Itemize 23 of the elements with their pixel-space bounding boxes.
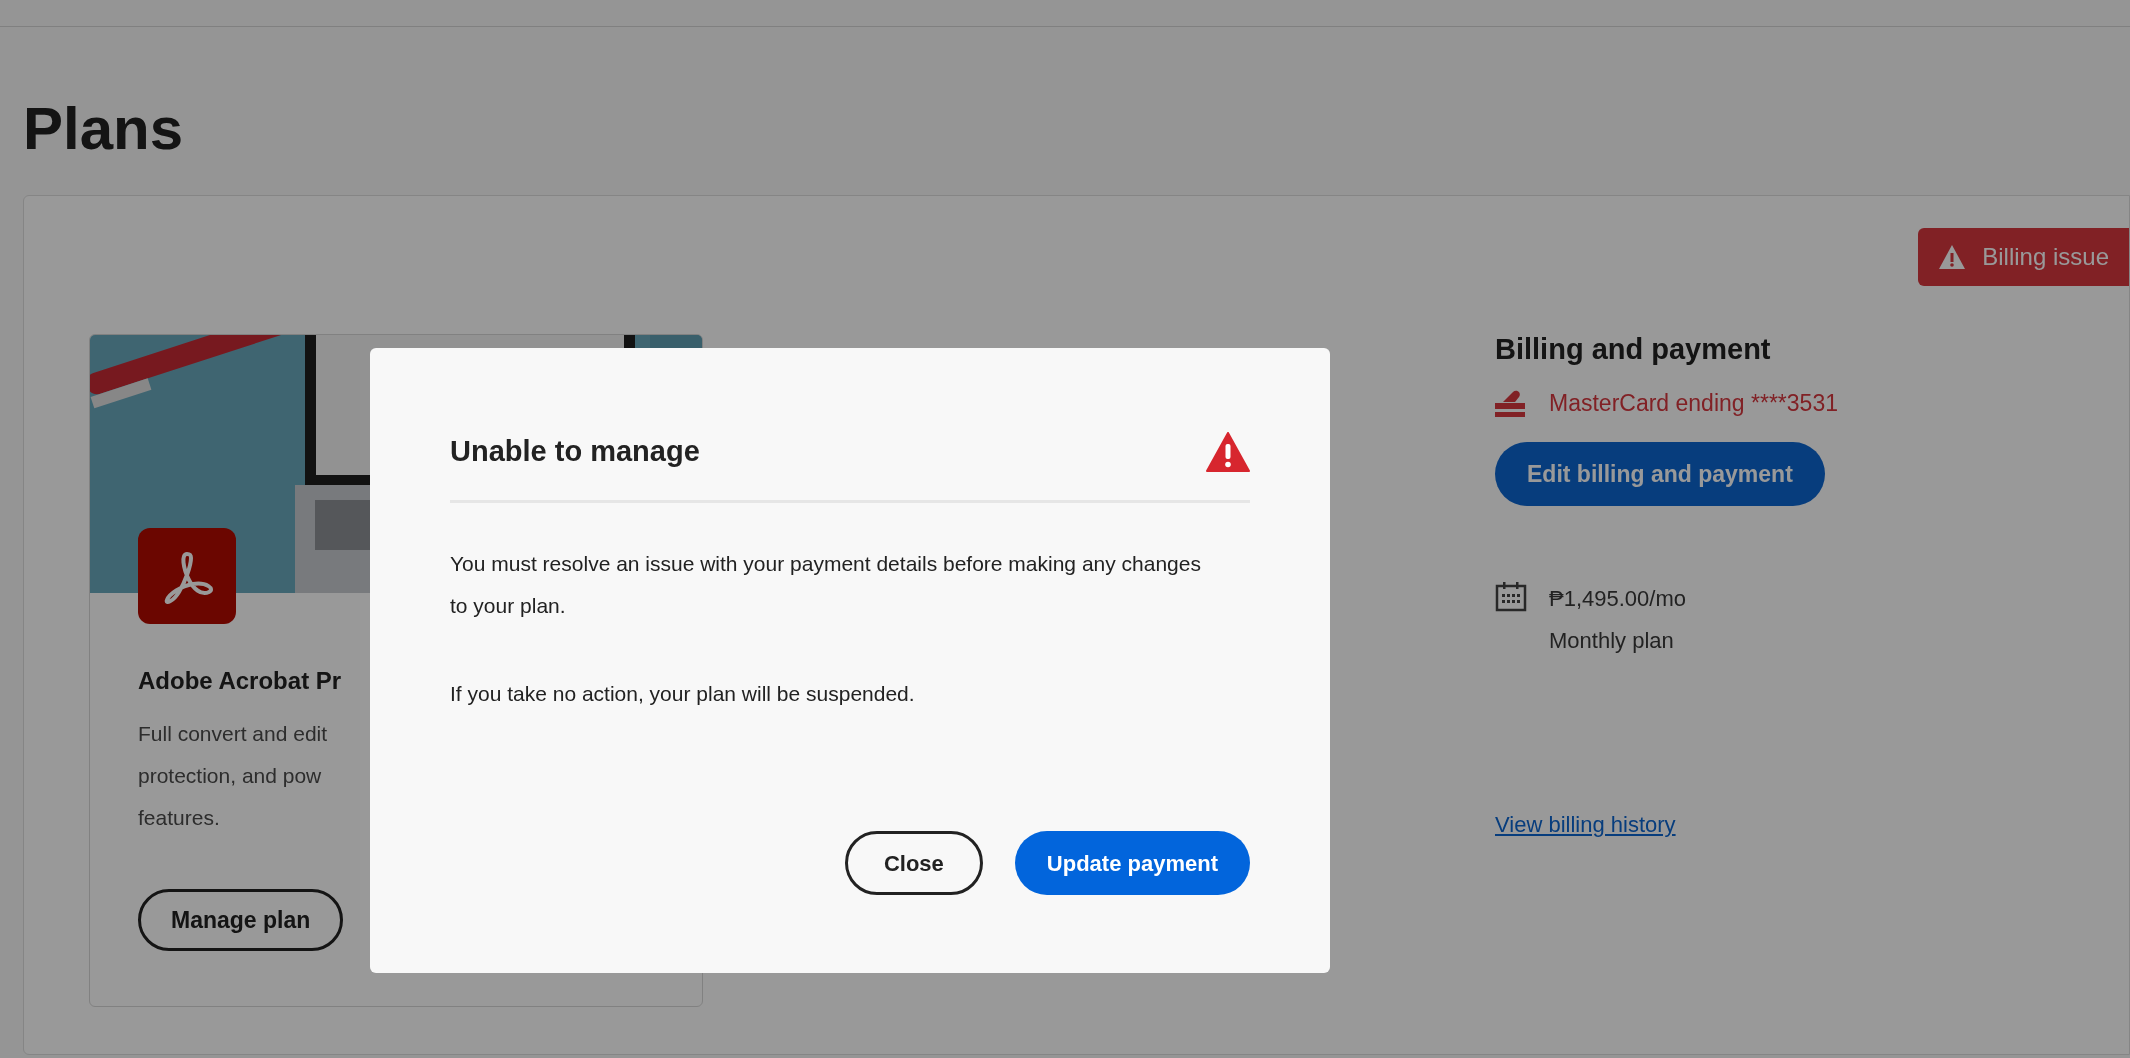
page-title: Plans <box>23 99 185 159</box>
acrobat-logo-icon <box>138 528 236 624</box>
manage-plan-button[interactable]: Manage plan <box>138 889 344 951</box>
calendar-icon <box>1495 582 1527 612</box>
edit-billing-button[interactable]: Edit billing and payment <box>1495 442 1825 506</box>
warning-icon <box>1206 431 1250 472</box>
plan-type-text: Monthly plan <box>1549 627 1675 655</box>
update-payment-button[interactable]: Update payment <box>1014 831 1250 895</box>
product-name: Adobe Acrobat Pr <box>138 666 342 696</box>
product-description-line: features. <box>138 805 221 831</box>
close-button[interactable]: Close <box>844 831 983 895</box>
billing-issue-badge: Billing issue <box>1918 228 2129 286</box>
credit-card-icon <box>1495 388 1525 417</box>
section-heading: Billing and payment <box>1495 332 1772 367</box>
product-description-line: Full convert and edit <box>138 721 329 747</box>
product-description-line: protection, and pow <box>138 763 323 789</box>
billing-history-link[interactable]: View billing history <box>1495 808 1676 841</box>
payment-card-text: MasterCard ending ****3531 <box>1549 388 1838 418</box>
dialog-message: You must resolve an issue with your payment details before making any changes to your plan. <box>450 550 1202 619</box>
warning-icon <box>1938 244 1967 270</box>
dialog-title: Unable to manage <box>450 434 700 469</box>
price-text: ₱1,495.00/mo <box>1549 585 1686 613</box>
dialog-message: If you take no action, your plan will be suspended. <box>450 680 916 707</box>
